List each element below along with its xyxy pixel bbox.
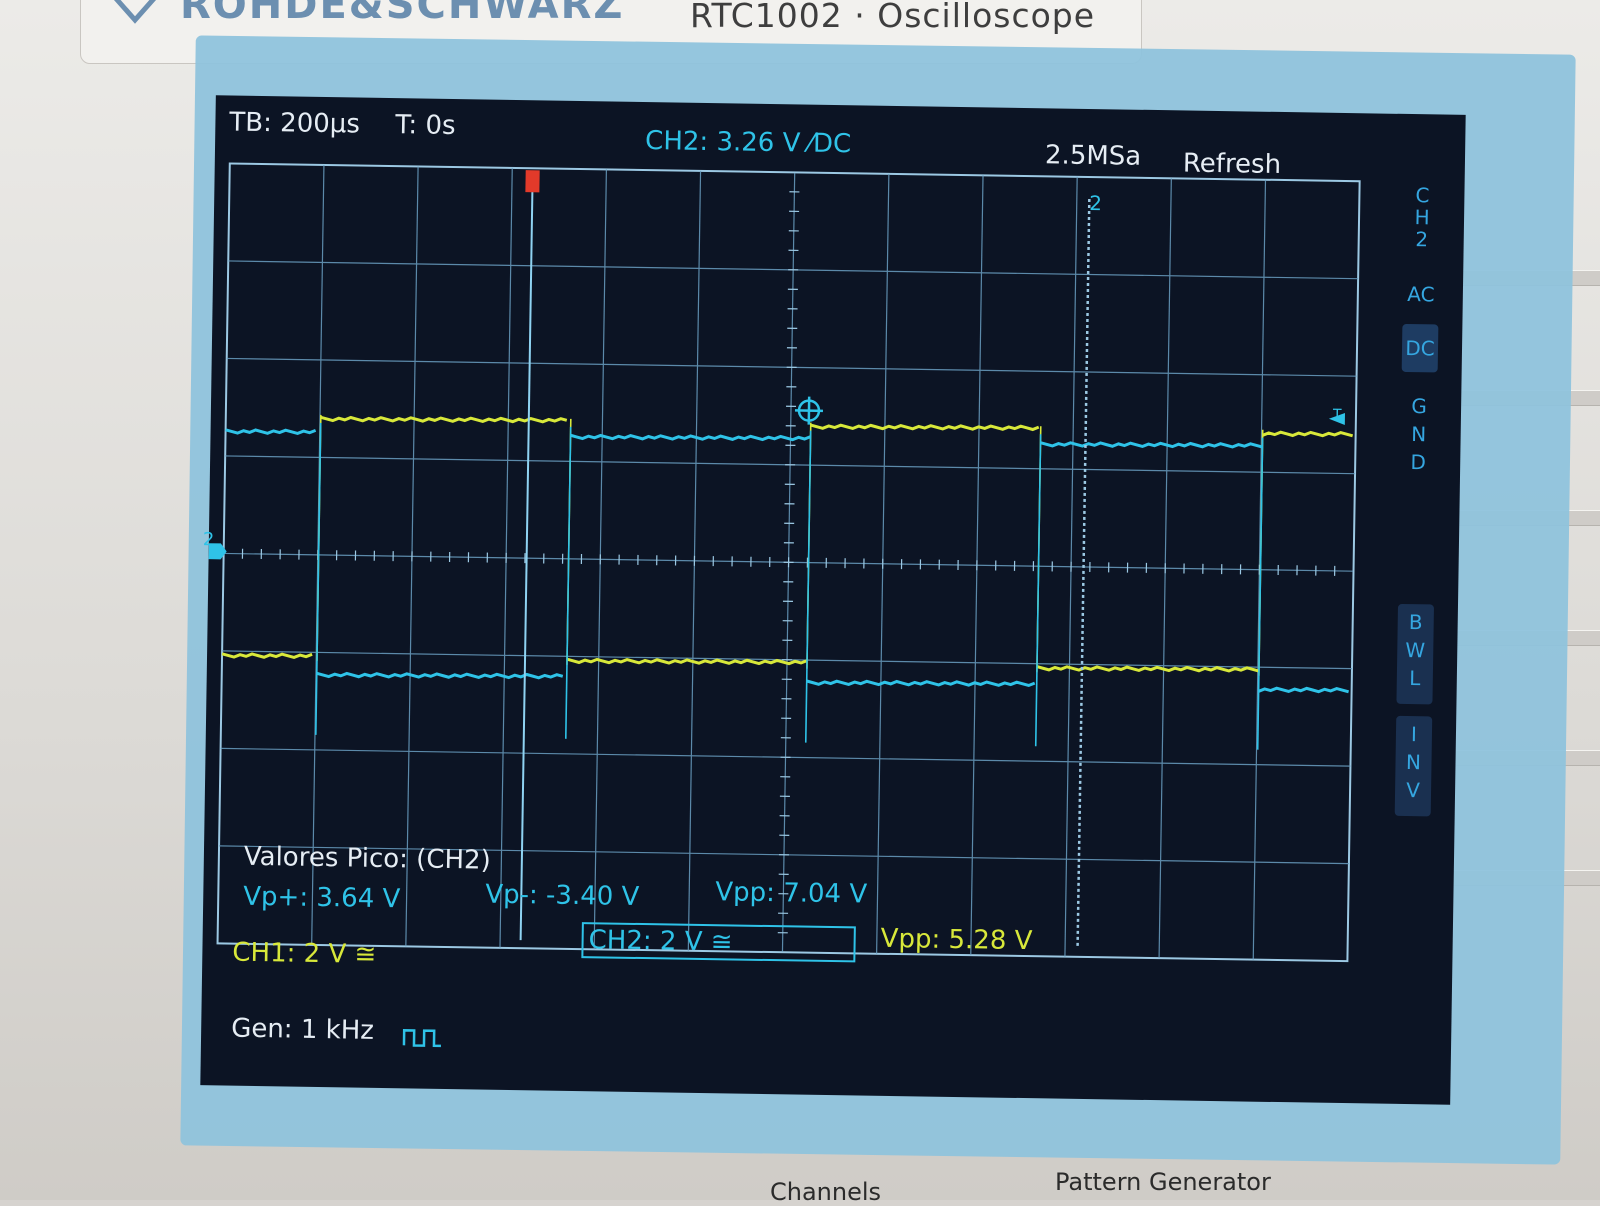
vp-minus-value: Vp-: -3.40 V <box>485 880 639 912</box>
trigger-position-marker <box>525 170 539 192</box>
vp-plus-value: Vp+: 3.64 V <box>243 882 400 914</box>
coupling-gnd[interactable]: GND <box>1400 392 1437 477</box>
measurement-title: Valores Pico: (CH2) <box>244 842 491 876</box>
trigger-time-label: T: 0s <box>395 110 456 141</box>
inv-button[interactable]: INV <box>1395 720 1432 805</box>
vpp-ch2-value: Vpp: 7.04 V <box>715 877 867 909</box>
trigger-info[interactable]: CH2: 3.26 V ⁄DC <box>645 126 851 159</box>
square-wave-icon <box>404 1030 441 1046</box>
ch2wave-edge <box>316 423 321 735</box>
rs-logo-icon <box>108 0 162 26</box>
bwl-button[interactable]: BWL <box>1397 608 1434 693</box>
ch2wave-edge <box>806 431 811 743</box>
ch2wave-segment <box>1040 441 1262 450</box>
ch1wave-segment <box>811 423 1039 432</box>
pattern-generator-label: Pattern Generator <box>1055 1168 1271 1196</box>
ch2wave-segment <box>226 429 316 434</box>
acquisition-mode[interactable]: Refresh <box>1183 148 1282 180</box>
ch2wave-edge <box>566 427 571 739</box>
trigger-level-label: T <box>1333 407 1342 423</box>
channels-label: Channels <box>770 1178 881 1206</box>
ch2wave-segment <box>317 671 563 680</box>
model-name: RTC1002 · Oscilloscope <box>690 0 1095 35</box>
ch2wave-segment <box>571 433 811 442</box>
cursor-label: 2 <box>1089 191 1102 215</box>
scope-screen: TB: 200µs T: 0s CH2: 3.26 V ⁄DC 2.5MSa R… <box>200 95 1465 1105</box>
ch1wave-segment <box>1263 431 1353 436</box>
graticule-center-ticks <box>218 163 1360 961</box>
ch2wave-segment <box>1259 687 1349 692</box>
vpp-ch1-value: Vpp: 5.28 V <box>880 924 1032 956</box>
cursor-line-2 <box>1078 199 1090 949</box>
coupling-ac[interactable]: AC <box>1403 280 1439 309</box>
ch2-scale[interactable]: CH2: 2 V ≅ <box>588 925 732 957</box>
generator-label[interactable]: Gen: 1 kHz <box>231 1014 374 1046</box>
channel-sidebar: CH2 AC DC GND BWL INV <box>1405 184 1445 185</box>
ch2wave-segment <box>807 679 1035 688</box>
timebase-label: TB: 200µs <box>229 107 360 139</box>
sidebar-channel: CH2 <box>1404 184 1441 251</box>
brand-name: ROHDE&SCHWARZ <box>180 0 624 28</box>
crosshair-icon <box>795 396 823 424</box>
sample-rate: 2.5MSa <box>1045 140 1142 172</box>
ch2-marker-label: 2 <box>203 529 215 550</box>
oscilloscope-housing: ROHDE&SCHWARZ RTC1002 · Oscilloscope <box>0 0 1600 1200</box>
ch1-scale[interactable]: CH1: 2 V ≅ <box>232 938 376 970</box>
ch2wave-edge <box>1036 434 1041 746</box>
waveform-display <box>200 95 1465 1105</box>
coupling-dc[interactable]: DC <box>1402 334 1438 363</box>
ch1wave-segment <box>321 415 567 424</box>
ch1wave-segment <box>222 653 312 658</box>
cursor-line-1 <box>521 190 533 940</box>
